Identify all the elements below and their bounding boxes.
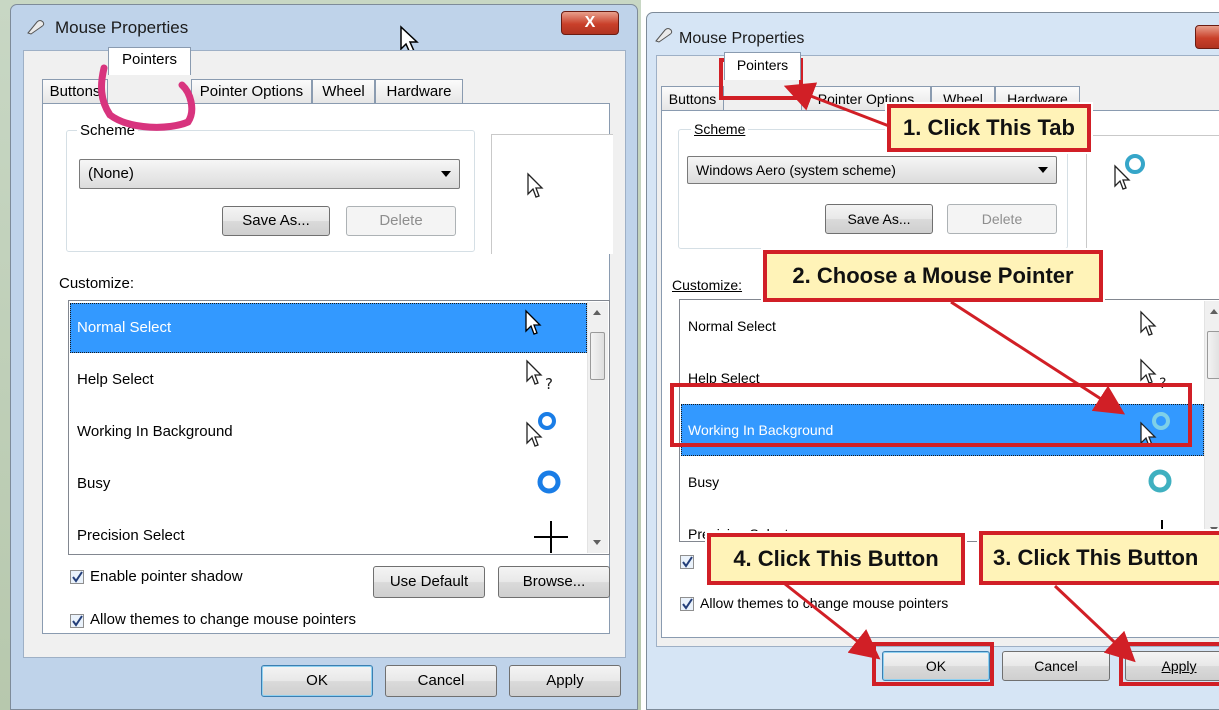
arrow-pointer-icon <box>527 172 544 198</box>
scroll-thumb[interactable] <box>1207 331 1219 379</box>
checkmark-icon <box>682 556 693 568</box>
customize-label: Customize: <box>672 277 743 293</box>
busy-icon <box>537 470 561 494</box>
normal-select-icon <box>525 309 542 335</box>
window-title: Mouse Properties <box>679 30 805 47</box>
pointer-preview <box>491 134 613 254</box>
scheme-group: Scheme (None) Save As... Delete <box>66 122 475 252</box>
help-select-icon: ? <box>526 359 553 393</box>
list-item-label: Normal Select <box>77 319 172 336</box>
list-item[interactable]: Normal Select <box>70 303 587 353</box>
tab-buttons[interactable]: Buttons <box>661 86 724 110</box>
title-bar[interactable]: Mouse Properties <box>647 13 1219 57</box>
enable-shadow-checkbox[interactable] <box>70 570 84 584</box>
list-item[interactable]: Precision Select <box>70 509 587 554</box>
list-item-label: Busy <box>688 474 720 490</box>
list-item-label: Help Select <box>77 371 154 388</box>
allow-themes-checkbox[interactable] <box>680 597 694 611</box>
callout-step1: 1. Click This Tab <box>887 104 1091 152</box>
customize-label: Customize: <box>59 275 135 292</box>
scroll-up-icon[interactable] <box>1210 309 1218 314</box>
ok-button-highlight <box>872 642 994 686</box>
list-item-label: Busy <box>77 475 111 492</box>
scheme-value: Windows Aero (system scheme) <box>696 162 896 178</box>
busy-icon <box>1148 469 1172 493</box>
delete-button[interactable]: Delete <box>947 204 1057 234</box>
list-item-label: Precision Select <box>77 527 185 544</box>
tab-pointer-options[interactable]: Pointer Options <box>191 79 312 103</box>
use-default-button[interactable]: Use Default <box>373 566 485 598</box>
working-background-icon <box>1114 154 1145 190</box>
scheme-dropdown[interactable]: (None) <box>79 159 460 189</box>
allow-themes-label: Allow themes to change mouse pointers <box>700 595 949 611</box>
enable-shadow-checkbox[interactable] <box>680 555 694 569</box>
cursor-list[interactable]: Normal Select Help Select ? Working In B… <box>68 300 610 555</box>
tab-buttons[interactable]: Buttons <box>42 79 108 103</box>
list-item-label: Normal Select <box>688 318 776 334</box>
tab-hardware[interactable]: Hardware <box>375 79 463 103</box>
chevron-down-icon <box>1038 167 1048 173</box>
scroll-up-icon[interactable] <box>593 310 601 315</box>
list-scrollbar[interactable] <box>587 302 608 553</box>
list-item[interactable]: Normal Select <box>681 302 1204 352</box>
mouse-properties-window: Mouse Properties X Buttons Pointers Poin… <box>10 4 638 710</box>
apply-button[interactable]: Apply <box>509 665 621 697</box>
apply-button-highlight <box>1119 642 1219 686</box>
list-item[interactable]: Busy <box>681 456 1204 508</box>
callout-step3: 3. Click This Button <box>979 531 1219 585</box>
delete-button[interactable]: Delete <box>346 206 456 236</box>
dialog-client-area: Buttons Pointers Pointer Options Wheel H… <box>23 47 626 658</box>
enable-shadow-label: Enable pointer shadow <box>90 568 243 585</box>
scroll-down-icon[interactable] <box>593 540 601 545</box>
checkmark-icon <box>72 571 83 583</box>
cancel-button[interactable]: Cancel <box>385 665 497 697</box>
list-scrollbar[interactable] <box>1204 301 1219 540</box>
save-as-button[interactable]: Save As... <box>825 204 933 234</box>
normal-select-icon <box>1140 310 1157 336</box>
callout-step4: 4. Click This Button <box>707 533 965 585</box>
tab-pointers[interactable]: Pointers <box>108 47 191 75</box>
save-as-button[interactable]: Save As... <box>222 206 330 236</box>
list-item[interactable]: Working In Background <box>70 405 587 457</box>
precision-select-icon <box>534 521 568 553</box>
working-background-highlight <box>670 383 1192 447</box>
close-button[interactable] <box>1195 25 1219 49</box>
scroll-thumb[interactable] <box>590 332 605 380</box>
window-title: Mouse Properties <box>55 18 189 37</box>
working-background-icon <box>526 412 556 447</box>
list-item-label: Working In Background <box>77 423 233 440</box>
list-item[interactable]: Help Select ? <box>70 353 587 405</box>
right-screenshot: Mouse Properties Buttons Pointers Pointe… <box>645 0 1219 710</box>
scheme-dropdown[interactable]: Windows Aero (system scheme) <box>687 156 1057 184</box>
allow-themes-checkbox[interactable] <box>70 614 84 628</box>
left-screenshot: Mouse Properties X Buttons Pointers Poin… <box>0 0 641 710</box>
tab-pointers[interactable]: Pointers <box>724 52 801 80</box>
checkmark-icon <box>72 615 83 627</box>
close-button[interactable]: X <box>561 11 619 35</box>
scheme-value: (None) <box>88 165 134 182</box>
scheme-label: Scheme <box>691 121 749 137</box>
title-bar[interactable]: Mouse Properties X <box>11 5 637 55</box>
mouse-app-icon <box>27 20 45 35</box>
browse-button[interactable]: Browse... <box>498 566 610 598</box>
chevron-down-icon <box>441 171 451 177</box>
tab-wheel[interactable]: Wheel <box>312 79 375 103</box>
cancel-button[interactable]: Cancel <box>1002 651 1110 681</box>
pointers-tab-page: Scheme (None) Save As... Delete Customiz… <box>42 103 613 634</box>
checkmark-icon <box>682 598 693 610</box>
pointer-preview <box>1086 135 1219 253</box>
scheme-label: Scheme <box>77 122 139 139</box>
ok-button[interactable]: OK <box>261 665 373 697</box>
mouse-app-icon <box>655 28 673 43</box>
callout-step2: 2. Choose a Mouse Pointer <box>763 250 1103 302</box>
list-item[interactable]: Busy <box>70 457 587 509</box>
svg-text:?: ? <box>545 375 553 393</box>
allow-themes-label: Allow themes to change mouse pointers <box>90 611 356 628</box>
